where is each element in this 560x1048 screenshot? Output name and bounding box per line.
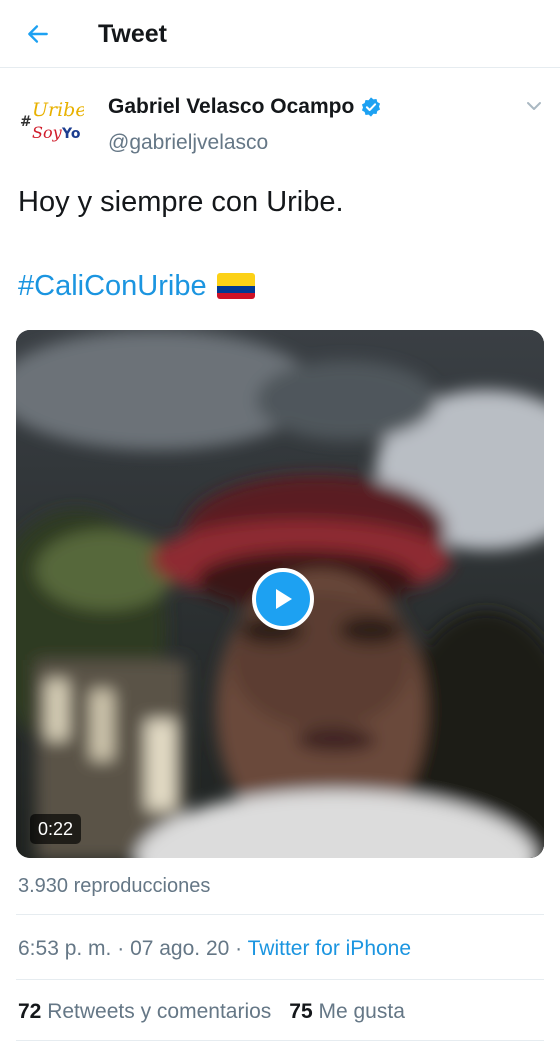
- retweets-count: 72: [18, 1000, 42, 1023]
- avatar-yo: Yo: [61, 126, 81, 142]
- likes-count: 75: [289, 1000, 313, 1023]
- page-title: Tweet: [98, 20, 167, 48]
- avatar[interactable]: # Uribe Soy Yo: [18, 92, 87, 150]
- view-count: 3.930 reproducciones: [18, 875, 211, 897]
- tweet-time: 6:53 p. m.: [18, 937, 112, 960]
- video-player[interactable]: 0:22: [16, 330, 544, 858]
- divider: [16, 1040, 544, 1041]
- retweets-stat[interactable]: 72 Retweets y comentarios: [18, 999, 271, 1025]
- hashtag-link[interactable]: #CaliConUribe: [18, 266, 207, 306]
- divider: [16, 914, 544, 915]
- meta-separator: ·: [111, 937, 131, 960]
- retweets-label: Retweets y comentarios: [47, 1000, 272, 1023]
- tweet-text: Hoy y siempre con Uribe.: [18, 186, 344, 218]
- hashtag-line: #CaliConUribe: [18, 266, 255, 306]
- avatar-soy: Soy: [32, 123, 63, 142]
- back-button[interactable]: [22, 18, 54, 50]
- avatar-hash: #: [20, 114, 32, 130]
- chevron-down-icon: [527, 102, 541, 110]
- divider: [16, 979, 544, 980]
- colombia-flag-icon: [216, 273, 255, 299]
- meta-separator: ·: [229, 937, 248, 960]
- avatar-uribe: Uribe: [32, 99, 84, 121]
- tweet-source-link[interactable]: Twitter for iPhone: [248, 937, 411, 960]
- likes-label: Me gusta: [318, 1000, 405, 1023]
- verified-badge-icon: [362, 97, 381, 117]
- tweet-date: 07 ago. 20: [130, 937, 230, 960]
- tweet-stats: 72 Retweets y comentarios 75 Me gusta: [18, 999, 423, 1025]
- more-options-button[interactable]: [522, 94, 546, 118]
- header-bar: Tweet: [0, 0, 560, 68]
- video-duration: 0:22: [30, 814, 82, 844]
- play-icon: [276, 589, 292, 609]
- author-handle[interactable]: @gabrieljvelasco: [108, 130, 268, 156]
- author-name[interactable]: Gabriel Velasco Ocampo: [108, 94, 382, 120]
- author-name-text: Gabriel Velasco Ocampo: [108, 95, 355, 118]
- arrow-left-icon: [28, 25, 48, 43]
- likes-stat[interactable]: 75 Me gusta: [289, 999, 405, 1025]
- play-button[interactable]: [252, 568, 314, 630]
- tweet-meta: 6:53 p. m. · 07 ago. 20 · Twitter for iP…: [18, 936, 411, 962]
